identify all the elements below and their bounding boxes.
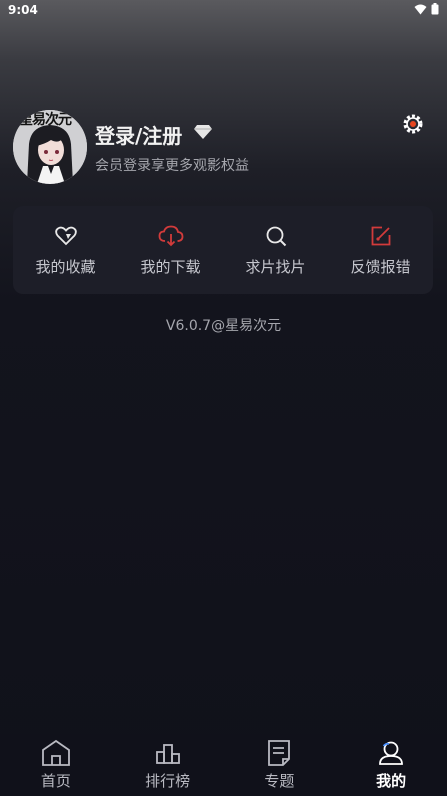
action-label: 我的收藏 [35, 257, 96, 276]
quick-actions-panel: 我的收藏 我的下载 求片找片 反馈报错 [13, 206, 433, 294]
profile-header: 星易次元 登录/注册 会员登录享更多观影权益 [13, 110, 433, 186]
cloud-download-icon [158, 225, 183, 246]
tab-ranking[interactable]: 排行榜 [112, 734, 224, 796]
tab-mine[interactable]: 我的 [335, 734, 447, 796]
ranking-icon [155, 744, 180, 764]
login-register-link[interactable]: 登录/注册 [95, 120, 182, 149]
action-favorites[interactable]: 我的收藏 [16, 224, 116, 277]
battery-icon [431, 3, 439, 15]
action-label: 求片找片 [245, 257, 306, 276]
action-label: 反馈报错 [350, 257, 411, 276]
tab-label: 首页 [40, 772, 71, 790]
avatar[interactable]: 星易次元 [13, 110, 87, 184]
topic-icon [268, 740, 291, 766]
search-icon [266, 226, 286, 246]
tab-label: 排行榜 [145, 772, 191, 790]
status-time: 9:04 [8, 3, 38, 17]
member-subtitle: 会员登录享更多观影权益 [95, 158, 249, 174]
tab-home[interactable]: 首页 [0, 734, 112, 796]
status-icons [414, 3, 439, 15]
status-bar: 9:04 [0, 0, 447, 20]
home-icon [41, 739, 70, 766]
version-text: V6.0.7@星易次元 [165, 318, 282, 334]
tab-topic[interactable]: 专题 [224, 734, 336, 796]
action-feedback[interactable]: 反馈报错 [331, 224, 431, 277]
wifi-icon [414, 4, 427, 14]
tab-label: 我的 [376, 772, 407, 790]
action-downloads[interactable]: 我的下载 [121, 224, 221, 277]
avatar-logo-text: 星易次元 [19, 112, 72, 128]
bottom-tab-bar: 首页 排行榜 专题 我的 [0, 734, 447, 796]
action-label: 我的下载 [140, 257, 201, 276]
user-icon [379, 741, 404, 765]
tab-label: 专题 [264, 772, 295, 790]
feedback-edit-icon [371, 226, 390, 245]
heart-icon [54, 226, 77, 245]
action-request[interactable]: 求片找片 [226, 224, 326, 277]
settings-icon[interactable] [401, 112, 425, 136]
diamond-icon [194, 125, 212, 139]
